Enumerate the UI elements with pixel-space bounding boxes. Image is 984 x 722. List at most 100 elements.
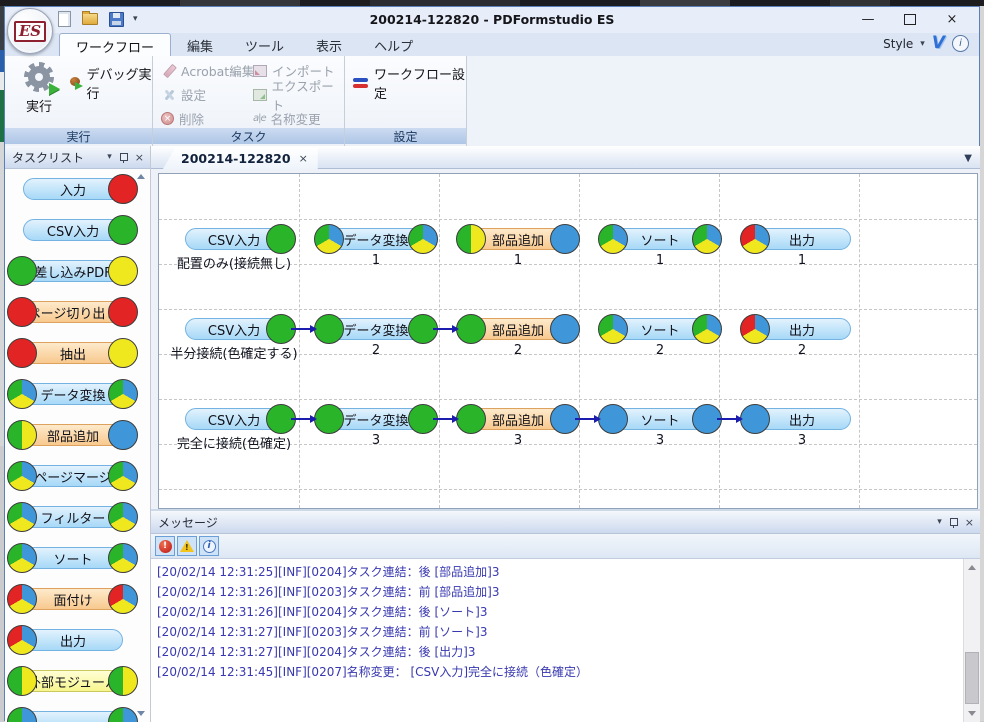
run-button[interactable]: 実行 [13, 62, 65, 126]
tab-tools[interactable]: ツール [229, 33, 300, 56]
output-circle-icon [108, 502, 138, 532]
task-list-item[interactable]: フィルター [5, 497, 150, 538]
acrobat-edit-button[interactable]: Acrobat編集 [161, 60, 254, 81]
task-settings-button[interactable]: 設定 [161, 84, 254, 105]
filter-warnings-button[interactable] [177, 536, 197, 556]
task-list-item[interactable] [5, 702, 150, 722]
panel-close-icon[interactable]: × [135, 152, 144, 163]
message-log[interactable]: [20/02/14 12:31:25][INF][0204]タスク連結：後 [部… [151, 559, 963, 722]
maximize-button[interactable] [889, 7, 931, 31]
export-button[interactable]: エクスポート [253, 84, 344, 105]
workflow-node[interactable]: ソート3 [611, 408, 709, 430]
input-circle-icon[interactable] [740, 404, 770, 434]
task-list-item[interactable]: 差し込みPDF [5, 251, 150, 292]
style-dropdown[interactable]: Style [883, 37, 913, 51]
input-circle-icon[interactable] [314, 224, 344, 254]
pin-icon[interactable] [949, 517, 958, 528]
document-tab-close-icon[interactable]: × [299, 153, 308, 164]
pin-icon[interactable] [119, 152, 128, 163]
task-list-scroll-up[interactable] [137, 174, 145, 179]
workflow-node[interactable]: ソート1 [611, 228, 709, 250]
rename-icon: a|e [253, 113, 266, 124]
workflow-node[interactable]: CSV入力完全に接続(色確定) [185, 408, 283, 430]
tab-help[interactable]: ヘルプ [358, 33, 429, 56]
input-circle-icon[interactable] [598, 404, 628, 434]
tab-workflow[interactable]: ワークフロー [59, 33, 171, 56]
panel-close-icon[interactable]: × [965, 517, 974, 528]
minimize-button[interactable]: — [847, 7, 889, 31]
output-circle-icon[interactable] [550, 314, 580, 344]
input-circle-icon [7, 543, 37, 573]
input-circle-icon[interactable] [598, 224, 628, 254]
workflow-node[interactable]: 部品追加3 [469, 408, 567, 430]
import-icon [253, 65, 267, 77]
node-label: ソート [640, 230, 679, 249]
task-list-item[interactable]: 外部モジュール [5, 661, 150, 702]
debug-run-button[interactable]: デバッグ実行 [69, 64, 152, 102]
input-circle-icon[interactable] [456, 224, 486, 254]
task-list-item[interactable]: ページマージ [5, 456, 150, 497]
workflow-node[interactable]: データ変換2 [327, 318, 425, 340]
run-arrow-icon [49, 83, 60, 95]
input-circle-icon[interactable] [314, 404, 344, 434]
workflow-settings-button[interactable]: ワークフロー設定 [353, 64, 466, 102]
document-list-dropdown-icon[interactable]: ▼ [964, 153, 972, 164]
task-list-item[interactable]: CSV入力 [5, 210, 150, 251]
node-label: 出力 [789, 230, 815, 249]
messages-scrollbar[interactable] [963, 559, 980, 722]
workflow-node[interactable]: CSV入力配置のみ(接続無し) [185, 228, 283, 250]
filter-errors-button[interactable]: ! [155, 536, 175, 556]
workflow-node[interactable]: 部品追加1 [469, 228, 567, 250]
about-info-button[interactable]: i [952, 35, 969, 52]
panel-menu-icon[interactable]: ▾ [107, 153, 112, 162]
app-menu-button[interactable]: ES [7, 8, 53, 54]
output-circle-icon[interactable] [550, 224, 580, 254]
input-circle-icon[interactable] [740, 224, 770, 254]
document-tab[interactable]: 200214-122820 × [163, 148, 318, 169]
input-circle-icon[interactable] [740, 314, 770, 344]
style-caret-icon[interactable]: ▾ [920, 39, 925, 49]
input-circle-icon[interactable] [456, 404, 486, 434]
task-list-item[interactable]: 面付け [5, 579, 150, 620]
workflow-node[interactable]: ソート2 [611, 318, 709, 340]
input-circle-icon[interactable] [598, 314, 628, 344]
task-list-item[interactable]: ソート [5, 538, 150, 579]
task-list-item[interactable]: 入力 [5, 169, 150, 210]
tab-edit[interactable]: 編集 [171, 33, 229, 56]
scroll-up-icon[interactable] [968, 565, 976, 570]
workflow-canvas[interactable]: CSV入力配置のみ(接続無し) データ変換1 部品追加1 ソート1 出力1 CSV入力半分… [158, 173, 978, 509]
delete-task-button[interactable]: × 削除 [161, 108, 254, 129]
workflow-node[interactable]: 出力2 [753, 318, 851, 340]
workflow-node[interactable]: 出力3 [753, 408, 851, 430]
grid-line [719, 174, 720, 508]
output-circle-icon[interactable] [692, 314, 722, 344]
workflow-node[interactable]: データ変換3 [327, 408, 425, 430]
node-label: 部品追加 [492, 410, 544, 429]
scrollbar-thumb[interactable] [965, 652, 979, 704]
rename-button[interactable]: a|e 名称変更 [253, 108, 344, 129]
close-button[interactable]: × [931, 7, 973, 31]
app-window: ▾ 200214-122820 - PDFormstudio ES — × ES… [4, 6, 980, 721]
workflow-node[interactable]: 部品追加2 [469, 318, 567, 340]
panel-menu-icon[interactable]: ▾ [937, 518, 942, 527]
connector-arrow [433, 418, 452, 420]
task-list-item[interactable]: ページ切り出し [5, 292, 150, 333]
task-list-item[interactable]: 抽出 [5, 333, 150, 374]
task-list-item[interactable]: データ変換 [5, 374, 150, 415]
input-circle-icon[interactable] [456, 314, 486, 344]
workflow-node[interactable]: データ変換1 [327, 228, 425, 250]
input-circle-icon[interactable] [314, 314, 344, 344]
output-circle-icon[interactable] [692, 224, 722, 254]
output-circle-icon[interactable] [266, 224, 296, 254]
workflow-node[interactable]: CSV入力半分接続(色確定する) [185, 318, 283, 340]
output-circle-icon[interactable] [408, 224, 438, 254]
task-list-item[interactable]: 出力 [5, 620, 150, 661]
app-logo: ES [14, 21, 46, 42]
task-pill[interactable]: 出力 [23, 629, 123, 651]
scroll-down-icon[interactable] [968, 711, 976, 716]
task-list-scroll-down[interactable] [137, 711, 145, 716]
task-list-item[interactable]: 部品追加 [5, 415, 150, 456]
tab-view[interactable]: 表示 [300, 33, 358, 56]
workflow-node[interactable]: 出力1 [753, 228, 851, 250]
filter-info-button[interactable]: i [199, 536, 219, 556]
